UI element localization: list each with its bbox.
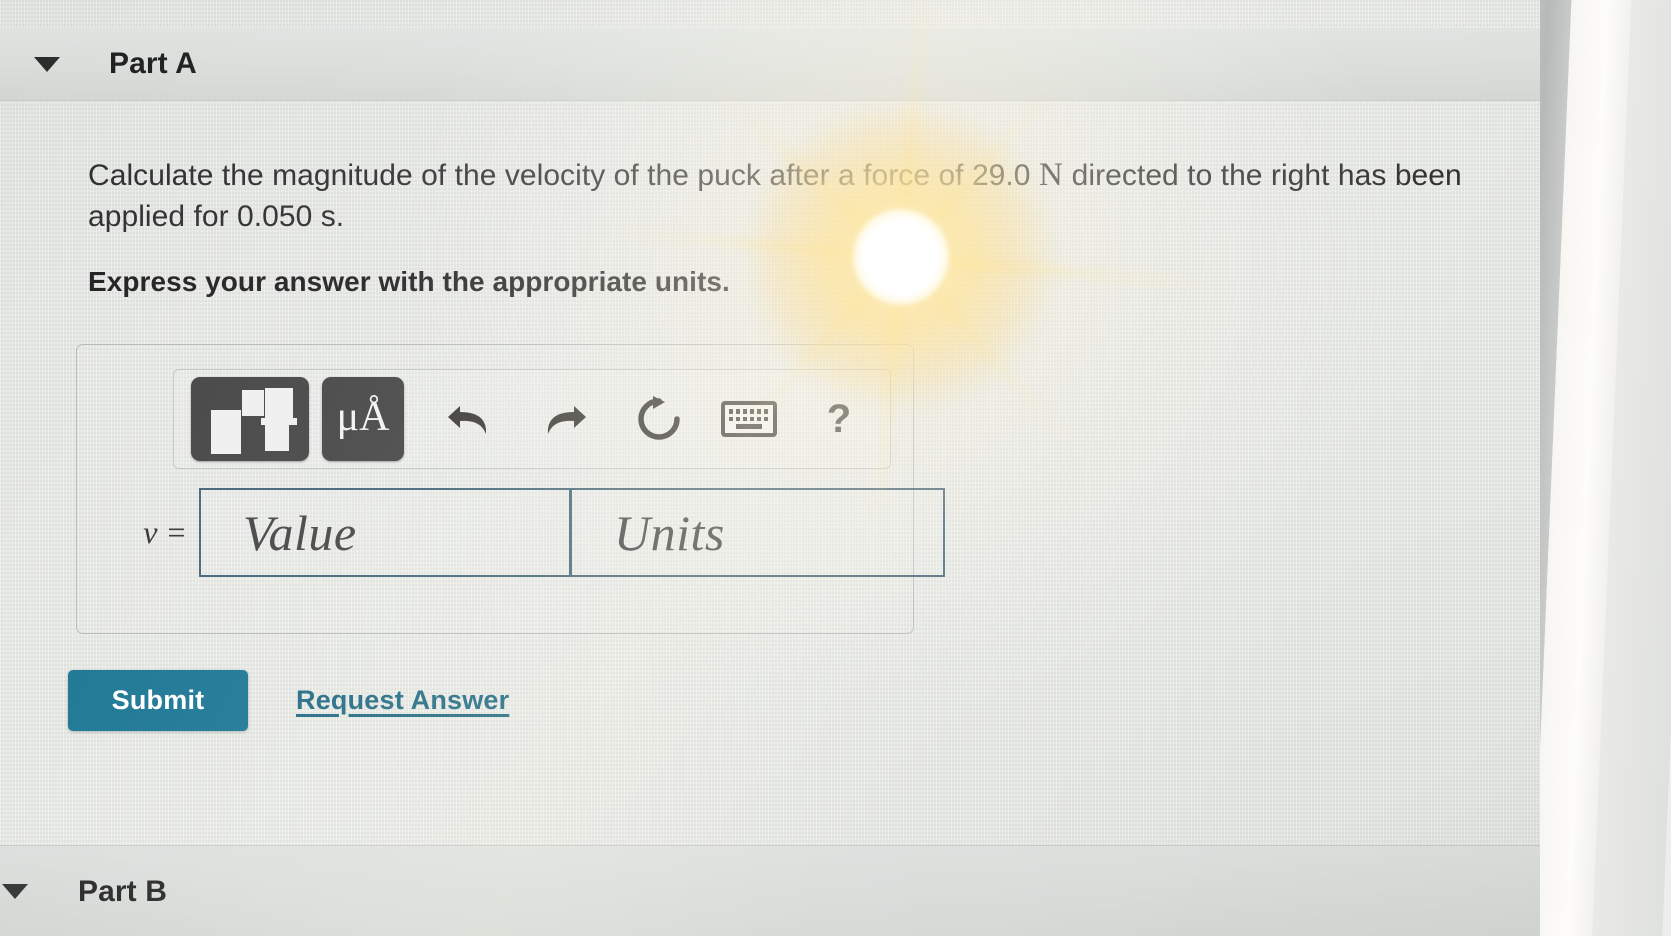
variable-label: v = [143, 514, 187, 550]
units-button[interactable]: μÅ [322, 377, 404, 461]
part-b-header[interactable]: Part B [0, 845, 1540, 936]
answer-input-row: v = Value Units [109, 488, 945, 577]
keyboard-button[interactable] [718, 388, 780, 450]
photo-of-screen-scene: Part A Calculate the magnitude of the ve… [0, 0, 1671, 936]
redo-button[interactable] [534, 388, 596, 450]
units-placeholder: Units [614, 504, 725, 561]
question-prefix: Calculate the magnitude of the velocity … [88, 159, 1039, 192]
submit-button[interactable]: Submit [68, 670, 248, 731]
part-a-title: Part A [109, 47, 197, 80]
part-a-header[interactable]: Part A [0, 28, 1540, 101]
question-unit-newton: N [1038, 157, 1064, 193]
monitor-screen: Part A Calculate the magnitude of the ve… [0, 0, 1540, 936]
caret-down-icon[interactable] [34, 56, 60, 72]
request-answer-link[interactable]: Request Answer [296, 685, 509, 716]
physics-homework-page: Part A Calculate the magnitude of the ve… [0, 0, 1540, 936]
action-row: Submit Request Answer [68, 670, 509, 731]
keyboard-icon [721, 401, 777, 437]
units-input[interactable]: Units [571, 488, 945, 577]
help-button[interactable]: ? [808, 388, 870, 450]
math-toolbar: μÅ ? [173, 369, 891, 469]
value-input[interactable]: Value [199, 488, 571, 577]
caret-down-icon[interactable] [2, 884, 28, 899]
value-placeholder: Value [243, 504, 357, 561]
template-math-icon [211, 388, 297, 454]
answer-box: μÅ ? v = Value Units [76, 344, 945, 634]
part-b-title: Part B [78, 874, 167, 908]
question-area: Calculate the magnitude of the velocity … [88, 155, 1488, 298]
undo-button[interactable] [438, 388, 500, 450]
question-text: Calculate the magnitude of the velocity … [88, 155, 1488, 237]
instruction-text: Express your answer with the appropriate… [88, 266, 730, 297]
reset-button[interactable] [628, 388, 690, 450]
math-template-button[interactable] [191, 377, 309, 461]
